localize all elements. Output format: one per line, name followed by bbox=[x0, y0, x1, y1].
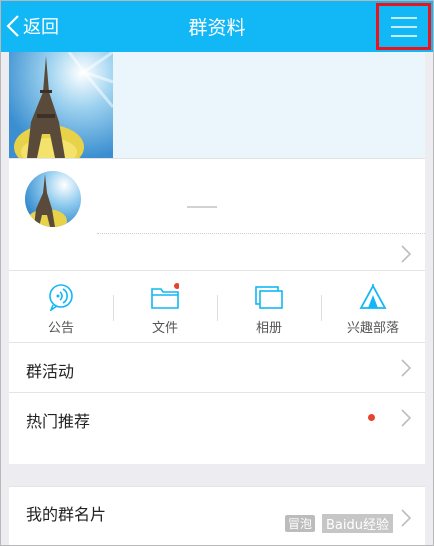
cover-photo[interactable] bbox=[9, 52, 113, 158]
action-label: 兴趣部落 bbox=[346, 321, 399, 336]
section-gap bbox=[9, 464, 425, 486]
folder-icon bbox=[151, 283, 179, 309]
group-avatar[interactable] bbox=[25, 171, 81, 227]
page-title: 群资料 bbox=[188, 17, 246, 39]
row-chevron bbox=[401, 359, 411, 377]
info-chevron bbox=[401, 245, 411, 263]
action-label: 文件 bbox=[151, 321, 178, 336]
group-info-card[interactable] bbox=[9, 158, 425, 270]
watermark-badge: 冒泡 bbox=[284, 514, 317, 533]
eiffel-tower-avatar-image bbox=[25, 171, 81, 227]
cover-area[interactable] bbox=[9, 52, 425, 158]
chevron-right-icon bbox=[401, 509, 411, 527]
action-tribe[interactable]: 兴趣部落 bbox=[321, 271, 425, 342]
quick-actions: 公告 文件 相册 兴趣部落 bbox=[9, 270, 425, 342]
watermark-text: Baidu经验 bbox=[322, 514, 394, 533]
action-album[interactable]: 相册 bbox=[217, 271, 321, 342]
row-label: 我的群名片 bbox=[26, 505, 107, 524]
album-icon bbox=[255, 286, 283, 309]
row-hot-recommend[interactable]: 热门推荐 bbox=[9, 392, 425, 464]
dotted-divider bbox=[97, 233, 425, 234]
row-chevron bbox=[401, 409, 411, 427]
row-label: 热门推荐 bbox=[26, 412, 91, 431]
chevron-right-icon bbox=[401, 409, 411, 427]
action-announcement[interactable]: 公告 bbox=[9, 271, 113, 342]
action-label: 相册 bbox=[255, 321, 282, 336]
chevron-right-icon bbox=[401, 245, 411, 263]
menu-button[interactable] bbox=[376, 3, 431, 50]
watermark: 冒泡 Baidu经验 bbox=[284, 514, 394, 533]
row-label: 群活动 bbox=[26, 362, 75, 381]
action-files[interactable]: 文件 bbox=[113, 271, 217, 342]
group-name-placeholder bbox=[187, 206, 217, 208]
row-group-activity[interactable]: 群活动 bbox=[9, 342, 425, 392]
announcement-icon bbox=[49, 284, 73, 311]
hamburger-menu-icon bbox=[390, 16, 417, 37]
action-divider bbox=[113, 295, 114, 321]
tribe-tent-icon bbox=[359, 284, 387, 309]
title-bar: 返回 群资料 bbox=[0, 0, 434, 52]
row-chevron bbox=[401, 509, 411, 527]
action-divider bbox=[321, 295, 322, 321]
action-divider bbox=[217, 295, 218, 321]
new-badge-dot bbox=[368, 414, 375, 421]
action-label: 公告 bbox=[47, 321, 74, 336]
chevron-right-icon bbox=[401, 359, 411, 377]
eiffel-tower-image bbox=[9, 52, 113, 158]
